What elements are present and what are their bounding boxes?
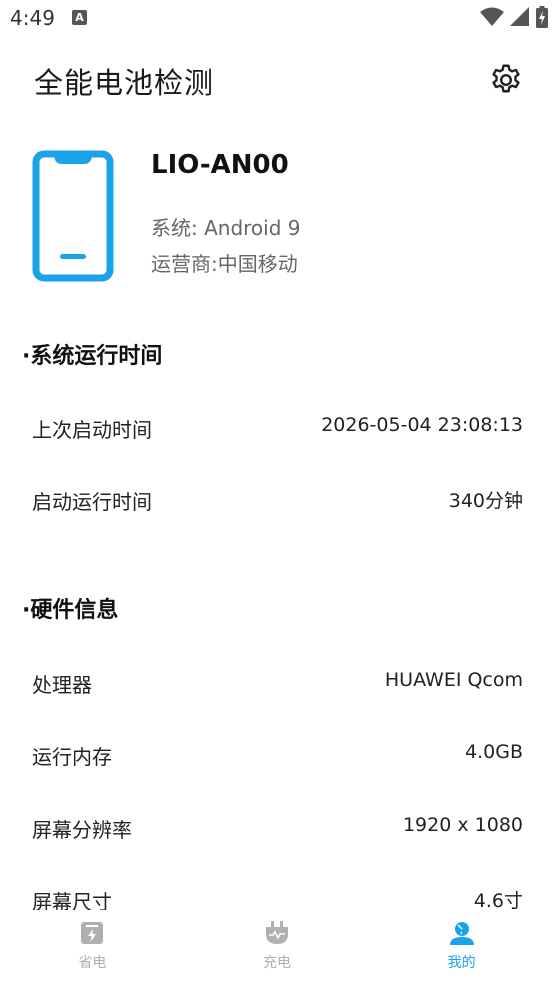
device-card: LIO-AN00 系统: Android 9 运营商:中国移动 xyxy=(0,140,554,290)
app-header: 全能电池检测 xyxy=(0,56,554,106)
row-value: 4.0GB xyxy=(465,741,523,763)
page-title: 全能电池检测 xyxy=(34,66,215,100)
status-bar: 4:49 A xyxy=(0,0,554,38)
row-label: 运行内存 xyxy=(32,745,112,769)
device-carrier: 运营商:中国移动 xyxy=(151,252,298,276)
charger-icon xyxy=(266,921,288,944)
bottom-nav: 省电 充电 我的 xyxy=(0,910,554,984)
gear-icon xyxy=(492,64,520,93)
row-label: 上次启动时间 xyxy=(32,418,152,442)
row-label: 处理器 xyxy=(32,673,92,697)
info-row: 处理器 HUAWEI Qcom xyxy=(0,663,554,703)
info-row: 运行内存 4.0GB xyxy=(0,735,554,775)
notification-icon: A xyxy=(72,10,87,25)
row-value: 340分钟 xyxy=(448,490,523,512)
status-time: 4:49 xyxy=(10,6,55,30)
battery-charging-icon xyxy=(536,6,548,28)
row-value: 4.6寸 xyxy=(473,890,523,912)
settings-button[interactable] xyxy=(486,60,526,100)
power-save-icon xyxy=(81,922,104,944)
section-title-runtime: ·系统运行时间 xyxy=(22,344,163,369)
signal-icon xyxy=(510,7,529,26)
row-label: 启动运行时间 xyxy=(32,490,152,514)
wifi-icon xyxy=(480,7,504,26)
status-icons xyxy=(480,6,548,28)
nav-label: 充电 xyxy=(263,955,291,971)
row-value: HUAWEI Qcom xyxy=(384,669,523,691)
row-label: 屏幕分辨率 xyxy=(32,818,132,842)
info-row: 启动运行时间 340分钟 xyxy=(0,480,554,520)
nav-label: 省电 xyxy=(78,955,107,971)
row-value: 1920 x 1080 xyxy=(402,814,523,836)
row-value: 2026-05-04 23:08:13 xyxy=(321,414,523,436)
nav-item-charge[interactable]: 充电 xyxy=(185,910,370,984)
user-icon xyxy=(449,922,474,945)
nav-item-save-power[interactable]: 省电 xyxy=(0,910,185,984)
device-os: 系统: Android 9 xyxy=(151,216,301,240)
device-model: LIO-AN00 xyxy=(151,150,289,180)
section-title-hardware: ·硬件信息 xyxy=(22,598,119,623)
info-row: 屏幕分辨率 1920 x 1080 xyxy=(0,808,554,848)
phone-icon xyxy=(32,150,114,282)
nav-label: 我的 xyxy=(447,955,476,971)
nav-item-mine[interactable]: 我的 xyxy=(369,910,554,984)
info-row: 上次启动时间 2026-05-04 23:08:13 xyxy=(0,408,554,448)
